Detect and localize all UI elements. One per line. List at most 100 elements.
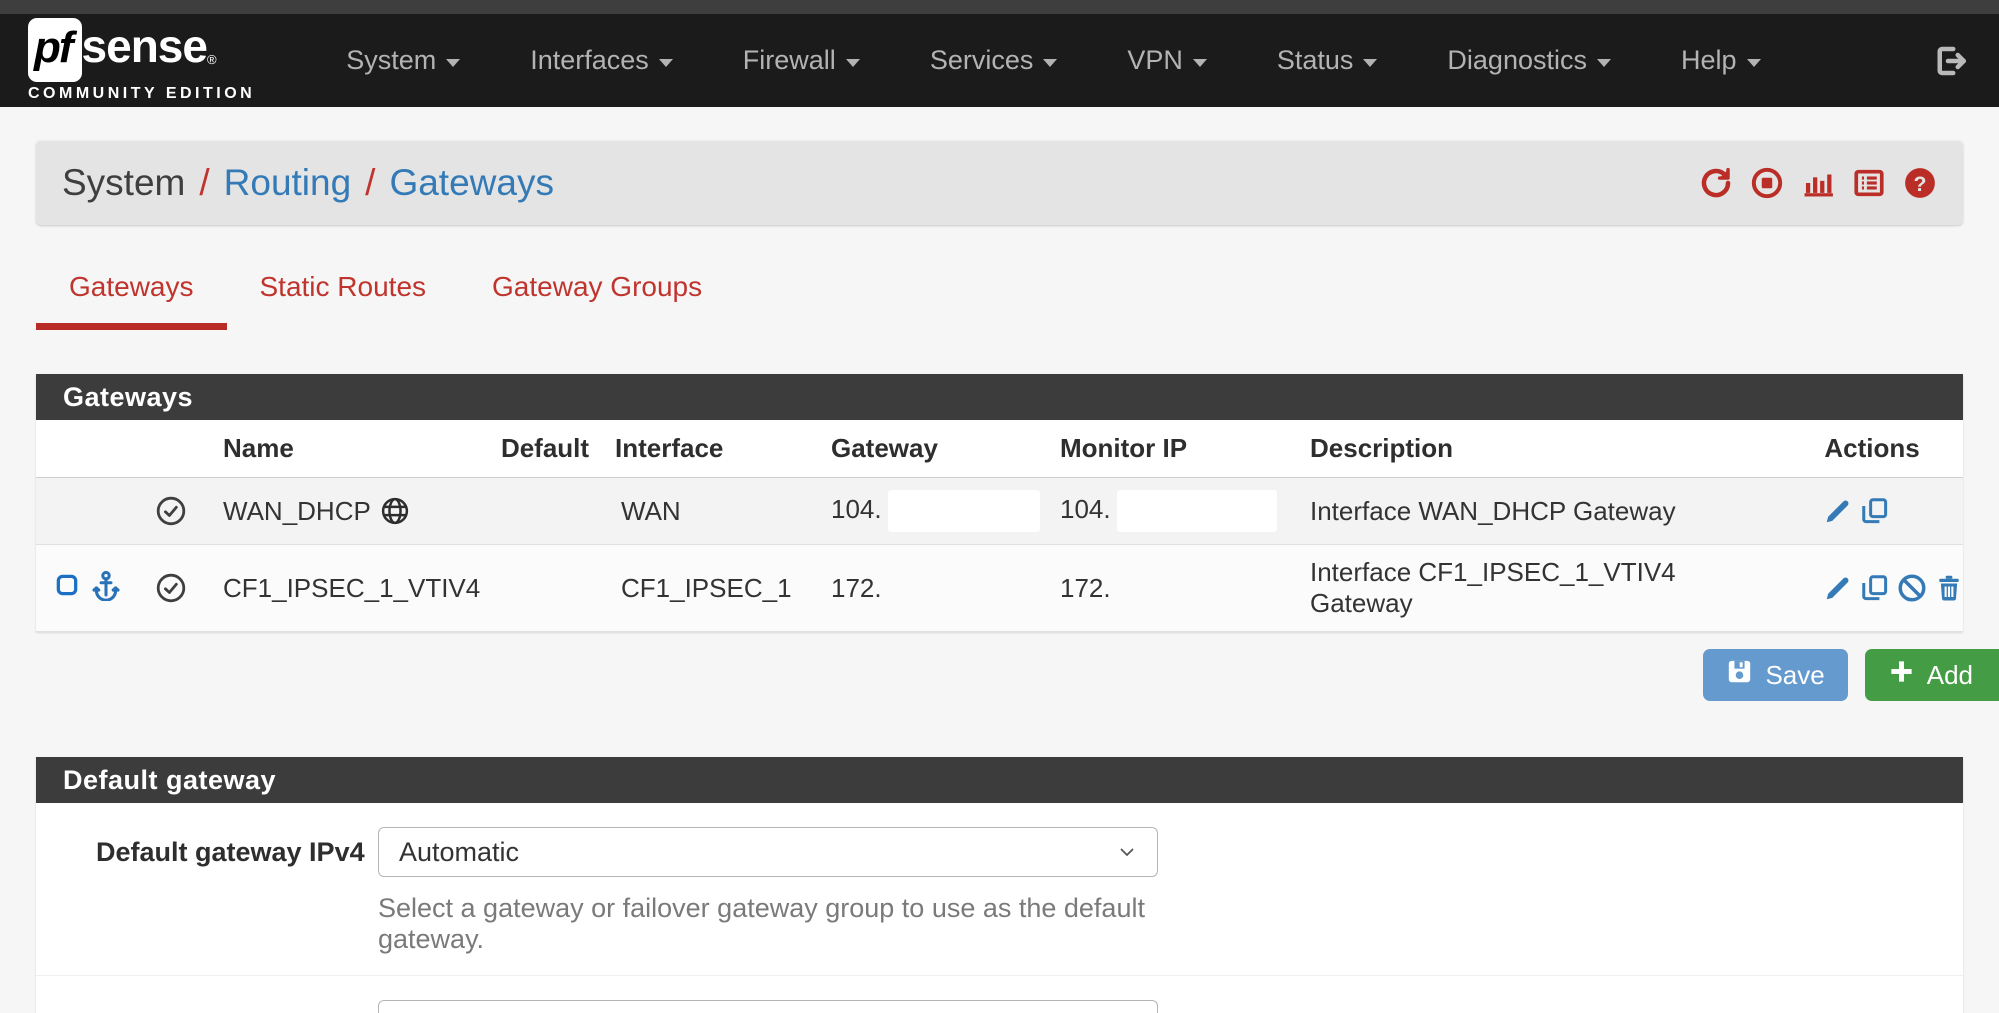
gateways-panel-title: Gateways <box>36 374 1963 420</box>
select-value: Automatic <box>399 837 519 868</box>
nav-item-system[interactable]: System <box>311 14 495 107</box>
gateway-default-cell <box>489 478 601 545</box>
col-interface: Interface <box>601 420 791 478</box>
col-gateway: Gateway <box>791 420 1046 478</box>
svg-text:?: ? <box>1914 171 1927 195</box>
delete-icon[interactable] <box>1934 573 1964 603</box>
nav-item-label: Interfaces <box>530 45 649 76</box>
add-button[interactable]: Add <box>1865 649 1999 701</box>
logo-sense-text: sense <box>82 18 207 76</box>
gateway-online-icon <box>155 572 209 604</box>
log-icon[interactable] <box>1852 166 1886 200</box>
monitor-ip: 172. <box>1046 545 1296 632</box>
caret-down-icon <box>1043 59 1057 67</box>
table-actions-row: Save Add <box>36 649 1999 701</box>
breadcrumb-link-routing[interactable]: Routing <box>224 162 352 204</box>
globe-icon <box>380 496 410 526</box>
caret-down-icon <box>1597 59 1611 67</box>
table-row: CF1_IPSEC_1_VTIV4 CF1_IPSEC_1 172. 172. … <box>36 545 1963 632</box>
col-monitor-ip: Monitor IP <box>1046 420 1296 478</box>
nav-item-label: VPN <box>1127 45 1183 76</box>
col-status <box>141 420 209 478</box>
nav-item-label: Help <box>1681 45 1737 76</box>
default-gateway-ipv4-label: Default gateway IPv4 <box>36 827 378 955</box>
routing-tabs: Gateways Static Routes Gateway Groups <box>36 265 1963 330</box>
breadcrumb-separator: / <box>365 162 375 204</box>
gateway-description: Interface CF1_IPSEC_1_VTIV4 Gateway <box>1296 545 1781 632</box>
caret-down-icon <box>1363 59 1377 67</box>
gateway-name: CF1_IPSEC_1_VTIV4 <box>209 545 489 632</box>
redaction-box <box>1117 490 1277 532</box>
plus-icon <box>1888 658 1915 692</box>
nav-item-diagnostics[interactable]: Diagnostics <box>1412 14 1646 107</box>
default-gateway-panel: Default gateway Default gateway IPv4 Aut… <box>36 757 1963 1013</box>
gateway-interface: CF1_IPSEC_1 <box>601 545 791 632</box>
refresh-icon[interactable] <box>1699 166 1733 200</box>
save-icon <box>1726 658 1753 692</box>
logo-pf-badge: pf <box>28 18 82 82</box>
nav-item-label: System <box>346 45 436 76</box>
nav-item-status[interactable]: Status <box>1242 14 1413 107</box>
edit-icon[interactable] <box>1823 573 1853 603</box>
nav-item-firewall[interactable]: Firewall <box>708 14 895 107</box>
disable-icon[interactable] <box>1897 573 1927 603</box>
col-name: Name <box>209 420 489 478</box>
default-gateway-ipv6-label: Default gateway IPv6 <box>36 1000 378 1013</box>
chart-icon[interactable] <box>1801 166 1835 200</box>
default-gateway-ipv4-help: Select a gateway or failover gateway gro… <box>378 893 1158 955</box>
copy-icon[interactable] <box>1860 573 1890 603</box>
nav-item-interfaces[interactable]: Interfaces <box>495 14 708 107</box>
caret-down-icon <box>846 59 860 67</box>
row-checkbox[interactable] <box>54 572 80 605</box>
breadcrumb-link-gateways[interactable]: Gateways <box>389 162 554 204</box>
stop-icon[interactable] <box>1750 166 1784 200</box>
caret-down-icon <box>659 59 673 67</box>
breadcrumb: System / Routing / Gateways <box>62 162 554 204</box>
nav-item-services[interactable]: Services <box>895 14 1093 107</box>
gateways-panel: Gateways Name Default Interface Gateway … <box>36 374 1963 632</box>
col-select <box>36 420 141 478</box>
select-value: Automatic <box>399 1010 519 1013</box>
gateway-address: 172. <box>791 545 1046 632</box>
nav-item-vpn[interactable]: VPN <box>1092 14 1242 107</box>
tab-static-routes[interactable]: Static Routes <box>227 265 460 330</box>
col-default: Default <box>489 420 601 478</box>
tab-gateway-groups[interactable]: Gateway Groups <box>459 265 735 330</box>
form-group-ipv4: Default gateway IPv4 Automatic Select a … <box>36 803 1963 976</box>
col-description: Description <box>1296 420 1781 478</box>
gateway-address: 104. <box>831 494 882 524</box>
redaction-box <box>888 490 1040 532</box>
gateway-interface: WAN <box>601 478 791 545</box>
copy-icon[interactable] <box>1860 496 1890 526</box>
gateway-online-icon <box>155 495 209 527</box>
row-select-cell <box>36 478 141 545</box>
save-button[interactable]: Save <box>1703 649 1847 701</box>
nav-item-label: Status <box>1277 45 1354 76</box>
caret-down-icon <box>1747 59 1761 67</box>
breadcrumb-separator: / <box>199 162 209 204</box>
nav-item-label: Firewall <box>743 45 836 76</box>
form-group-ipv6: Default gateway IPv6 Automatic Select a … <box>36 976 1963 1013</box>
save-button-label: Save <box>1765 660 1824 691</box>
nav-item-label: Diagnostics <box>1447 45 1587 76</box>
sign-out-icon[interactable] <box>1933 43 1969 79</box>
nav-item-help[interactable]: Help <box>1646 14 1796 107</box>
tab-gateways[interactable]: Gateways <box>36 265 227 330</box>
help-icon[interactable]: ? <box>1903 166 1937 200</box>
default-gateway-panel-title: Default gateway <box>36 757 1963 803</box>
gateway-description: Interface WAN_DHCP Gateway <box>1296 478 1781 545</box>
anchor-icon <box>90 569 122 608</box>
gateways-table: Name Default Interface Gateway Monitor I… <box>36 420 1963 632</box>
caret-down-icon <box>446 59 460 67</box>
pfsense-logo[interactable]: pf sense ® COMMUNITY EDITION <box>28 18 255 103</box>
window-chrome-strip <box>0 0 1999 14</box>
navbar: pf sense ® COMMUNITY EDITION System Inte… <box>0 14 1999 107</box>
nav-menu: System Interfaces Firewall Services VPN … <box>311 14 1795 107</box>
monitor-ip: 104. <box>1060 494 1111 524</box>
edit-icon[interactable] <box>1823 496 1853 526</box>
caret-down-icon <box>1193 59 1207 67</box>
logo-subtitle: COMMUNITY EDITION <box>28 85 255 103</box>
logo-registered-mark: ® <box>207 52 217 67</box>
default-gateway-ipv4-select[interactable]: Automatic <box>378 827 1158 877</box>
default-gateway-ipv6-select[interactable]: Automatic <box>378 1000 1158 1013</box>
